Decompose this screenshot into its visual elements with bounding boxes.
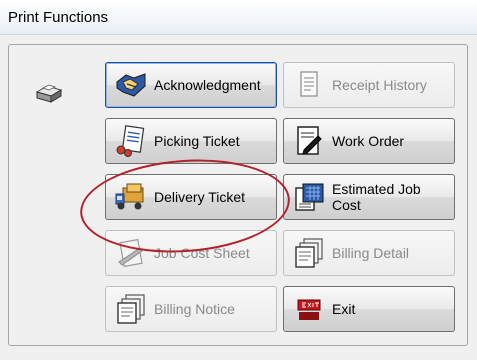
- document-icon: [300, 71, 318, 97]
- job-cost-sheet-button[interactable]: Job Cost Sheet: [105, 230, 277, 276]
- clipboard-icon: [116, 125, 145, 157]
- stacked-documents-icon: [295, 238, 323, 268]
- work-order-label: Work Order: [332, 133, 405, 149]
- work-order-button[interactable]: Work Order: [283, 118, 455, 164]
- receipt-history-label: Receipt History: [332, 77, 427, 93]
- billing-detail-label: Billing Detail: [332, 245, 410, 261]
- job-cost-icon: [118, 238, 143, 268]
- acknowledgment-label: Acknowledgment: [154, 77, 261, 93]
- printer-icon: [35, 84, 63, 103]
- delivery-ticket-label: Delivery Ticket: [154, 189, 246, 205]
- billing-notice-label: Billing Notice: [154, 301, 235, 317]
- handshake-icon: [116, 73, 146, 97]
- exit-button[interactable]: Exit: [283, 286, 455, 332]
- delivery-truck-icon: [115, 183, 144, 210]
- job-cost-sheet-label: Job Cost Sheet: [154, 245, 250, 261]
- window-title: Print Functions: [8, 9, 109, 26]
- pen-document-icon: [297, 126, 322, 155]
- estimated-job-cost-button[interactable]: Estimated Job Cost: [283, 174, 455, 220]
- receipt-history-button[interactable]: Receipt History: [283, 62, 455, 108]
- delivery-ticket-button[interactable]: Delivery Ticket: [105, 174, 277, 220]
- estimated-job-cost-label: Estimated Job Cost: [332, 181, 421, 213]
- picking-ticket-button[interactable]: Picking Ticket: [105, 118, 277, 164]
- billing-notice-button[interactable]: Billing Notice: [105, 286, 277, 332]
- title-bar: Print Functions: [0, 0, 477, 35]
- stacked-documents-icon: [117, 294, 145, 324]
- picking-ticket-label: Picking Ticket: [154, 133, 240, 149]
- calculator-icon: [295, 183, 324, 211]
- acknowledgment-button[interactable]: Acknowledgment: [105, 62, 277, 108]
- exit-label: Exit: [332, 301, 356, 317]
- exit-sign-icon: [297, 299, 321, 320]
- billing-detail-button[interactable]: Billing Detail: [283, 230, 455, 276]
